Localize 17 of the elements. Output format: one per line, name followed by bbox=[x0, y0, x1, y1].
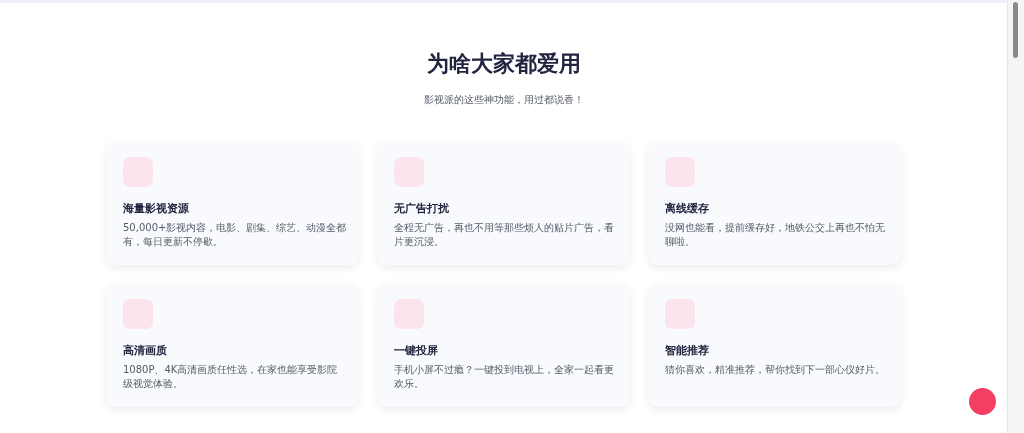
scrollbar-thumb[interactable] bbox=[1013, 2, 1018, 58]
feature-description: 猜你喜欢，精准推荐，帮你找到下一部心仪好片。 bbox=[665, 363, 885, 377]
feature-description: 没网也能看，提前缓存好，地铁公交上再也不怕无聊啦。 bbox=[665, 221, 886, 249]
feature-description: 全程无广告，再也不用等那些烦人的贴片广告，看片更沉浸。 bbox=[394, 221, 615, 249]
section-subtitle: 影视派的这些神功能，用过都说香！ bbox=[423, 93, 584, 107]
scrollbar[interactable] bbox=[1007, 0, 1024, 433]
feature-title: 海量影视资源 bbox=[123, 201, 189, 216]
feature-title: 离线缓存 bbox=[665, 201, 709, 216]
feature-title: 无广告打扰 bbox=[394, 201, 449, 216]
floating-action-button[interactable] bbox=[969, 388, 996, 415]
feature-title: 高清画质 bbox=[123, 343, 167, 358]
feature-title: 智能推荐 bbox=[665, 343, 709, 358]
feature-description: 1080P、4K高清画质任性选，在家也能享受影院级视觉体验。 bbox=[123, 363, 339, 391]
feature-description: 50,000+影视内容，电影、剧集、综艺、动漫全都有，每日更新不停歇。 bbox=[123, 221, 347, 249]
feature-title: 一键投屏 bbox=[394, 343, 438, 358]
section-title: 为啥大家都爱用 bbox=[426, 50, 581, 78]
feature-description: 手机小屏不过瘾？一键投到电视上，全家一起看更欢乐。 bbox=[394, 363, 615, 391]
